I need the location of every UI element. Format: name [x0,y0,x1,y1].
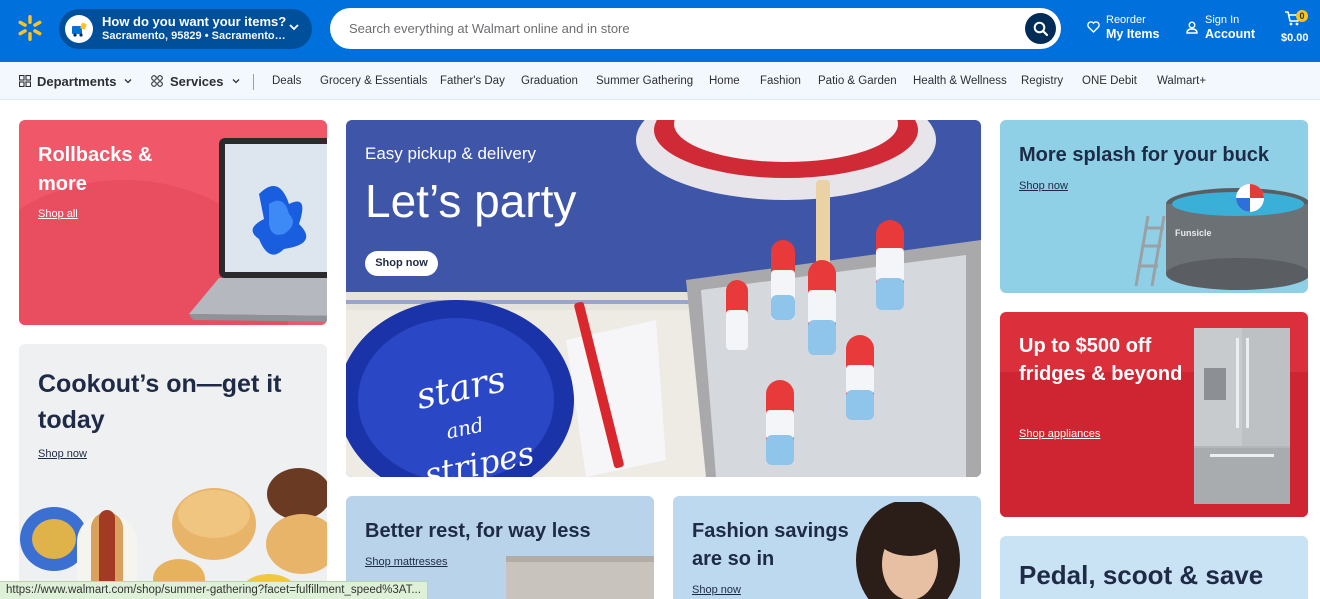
location-title: How do you want your items? [102,14,287,29]
pool-shop-link[interactable]: Shop now [1019,180,1068,192]
mattress-title: Better rest, for way less [365,520,591,542]
pool-title: More splash for your buck [1019,144,1270,166]
search-icon [1033,21,1048,36]
cookout-card[interactable]: Cookout’s on—get it today Shop now [19,344,327,599]
bed-image [506,556,654,599]
search-bar [330,8,1061,49]
mattress-shop-link[interactable]: Shop mattresses [365,556,448,568]
party-shop-now-button[interactable]: Shop now [365,251,438,276]
search-input[interactable] [349,21,1009,36]
fridge-image [1194,328,1290,504]
chevron-down-icon [125,79,132,84]
departments-label: Departments [37,73,117,89]
account-link[interactable]: Sign In Account [1186,13,1255,41]
user-icon [1186,21,1198,34]
services-label: Services [170,73,224,89]
reorder-small-label: Reorder [1106,14,1146,26]
services-grid-icon [151,75,163,87]
nav-divider [253,74,254,90]
nav-link-registry[interactable]: Registry [1021,62,1063,100]
nav-link-grocery[interactable]: Grocery & Essentials [320,62,427,100]
fashion-title: Fashion savings are so in [692,520,849,570]
rollbacks-card[interactable]: Rollbacks & more Shop all [19,120,327,325]
nav-link-patio-garden[interactable]: Patio & Garden [818,62,897,100]
services-menu[interactable]: Services [151,62,241,100]
chevron-down-icon [289,24,299,31]
nav-link-deals[interactable]: Deals [272,62,301,100]
cookout-shop-link[interactable]: Shop now [38,448,87,460]
nav-link-summer-gathering[interactable]: Summer Gathering [596,62,693,100]
nav-link-fashion[interactable]: Fashion [760,62,801,100]
nav-link-walmart-plus[interactable]: Walmart+ [1157,62,1206,100]
nav-link-one-debit[interactable]: ONE Debit [1082,62,1137,100]
laptop-image [189,138,327,322]
pool-image [1134,184,1308,290]
fridges-card[interactable]: Up to $500 off fridges & beyond Shop app… [1000,312,1308,517]
walmart-spark-logo[interactable] [16,14,44,42]
departments-menu[interactable]: Departments [19,62,133,100]
signin-label: Sign In [1205,14,1240,26]
top-header: How do you want your items? Sacramento, … [0,0,1320,62]
pool-brand-text: Funsicle [1175,228,1212,238]
nav-link-health-wellness[interactable]: Health & Wellness [913,62,1007,100]
chevron-down-icon [232,79,239,84]
pedal-title: Pedal, scoot & save [1019,560,1264,590]
nav-link-home[interactable]: Home [709,62,740,100]
reorder-link[interactable]: Reorder My Items [1087,13,1160,41]
fashion-shop-link[interactable]: Shop now [692,584,741,596]
fridges-shop-link[interactable]: Shop appliances [1019,428,1100,440]
fulfillment-location-selector[interactable]: How do you want your items? Sacramento, … [59,9,312,49]
browser-status-url: https://www.walmart.com/shop/summer-gath… [0,581,428,599]
heart-icon [1087,21,1100,33]
search-button[interactable] [1025,13,1056,44]
party-hero-card[interactable]: Easy pickup & delivery Let’s party Shop … [346,120,981,477]
delivery-icon [65,15,93,43]
pedal-card[interactable]: Pedal, scoot & save [1000,536,1308,599]
nav-link-graduation[interactable]: Graduation [521,62,578,100]
secondary-nav: Departments Services Deals Grocery & Ess… [0,62,1320,100]
account-label: Account [1205,27,1255,41]
nav-link-fathers-day[interactable]: Father's Day [440,62,505,100]
fridges-title: Up to $500 off fridges & beyond [1019,335,1183,385]
rollbacks-shop-link[interactable]: Shop all [38,208,78,220]
rollbacks-title: Rollbacks & more [38,144,153,195]
fashion-card[interactable]: Fashion savings are so in Shop now [673,496,981,599]
pool-card[interactable]: Funsicle More splash for your buck Shop … [1000,120,1308,293]
fashion-model-image [856,502,960,599]
cart-count-badge: 0 [1296,10,1308,22]
party-title: Let’s party [365,175,577,227]
cart-total[interactable]: $0.00 [1281,32,1309,44]
cookout-food-image [20,468,327,599]
party-eyebrow: Easy pickup & delivery [365,144,537,163]
cookout-title: Cookout’s on—get it today [38,370,282,434]
reorder-big-label: My Items [1106,27,1160,41]
location-address: Sacramento, 95829 • Sacramento Su... [102,30,287,42]
grid-icon [19,75,31,87]
